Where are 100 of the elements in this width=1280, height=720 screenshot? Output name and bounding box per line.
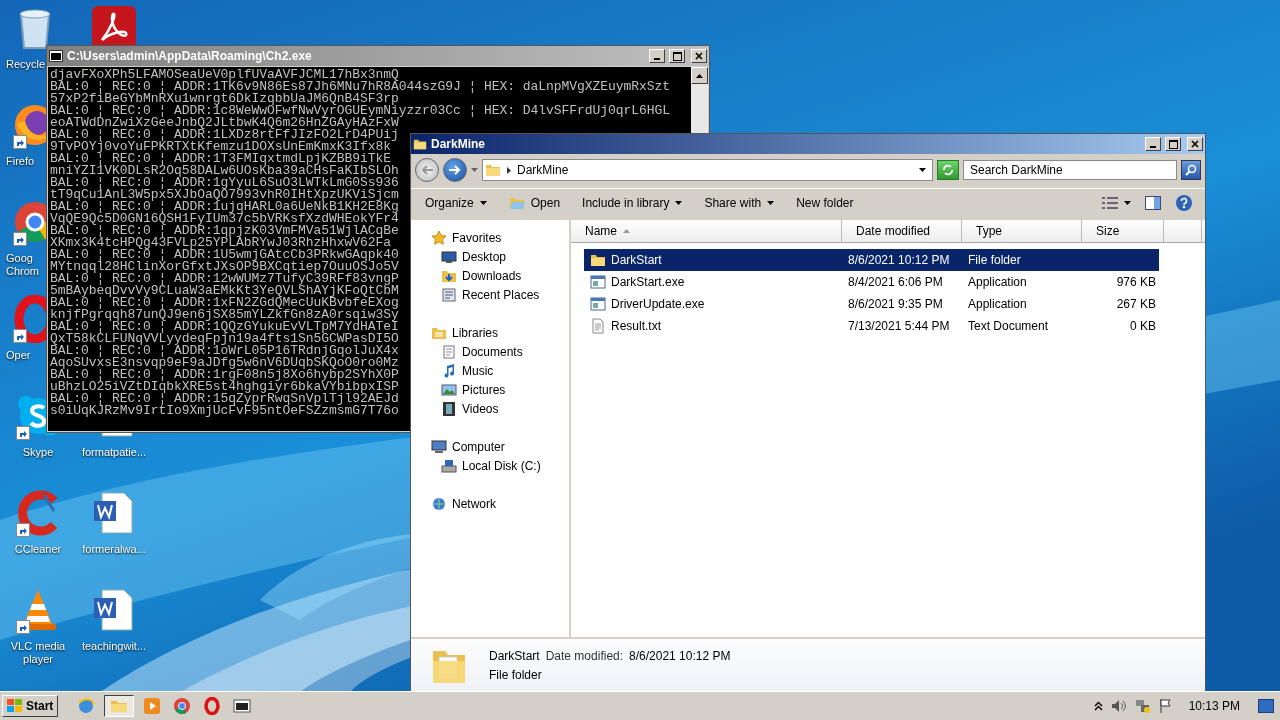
console-line: BAL:0 ¦ REC:0 ¦ ADDR:1rgF08n5j8Xo6hybp2SYhX0P: [50, 369, 399, 381]
minimize-button[interactable]: [649, 49, 665, 63]
console-line: BAL:0 ¦ REC:0 ¦ ADDR:1TK6v9N86Es87Jh6MNu7hR8A044szG9J ¦ HEX: daLnpMVgXZEuymRxSzt: [50, 81, 671, 93]
window-title: DarkMine: [431, 137, 487, 151]
toolbar-button[interactable]: Share with: [698, 192, 781, 214]
search-field[interactable]: Search DarkMine: [963, 160, 1177, 180]
search-icon: [1185, 164, 1197, 176]
sort-arrow-icon: [623, 229, 630, 233]
console-line: AqoSUvxsE3nsvqp9eF9aJDfg5w6nV6DUqbSKQoO0ro0Mz: [50, 357, 399, 369]
back-button[interactable]: [415, 158, 439, 182]
console-line: BAL:0 ¦ REC:0 ¦ ADDR:12wWUMz7TufyC39RFf83vngP: [50, 273, 399, 285]
navigation-item[interactable]: Downloads: [411, 266, 569, 285]
caret-icon: [919, 168, 926, 172]
column-header[interactable]: Type: [962, 220, 1082, 242]
help-icon: [1175, 194, 1193, 212]
icon-label[interactable]: Chrom: [6, 265, 39, 278]
clock[interactable]: 10:13 PM: [1188, 699, 1240, 713]
console-line: BAL:0 ¦ REC:0 ¦ ADDR:1qpjzK03VmFMVa51WjlACqBe: [50, 225, 399, 237]
arrow-left-icon: [421, 165, 433, 175]
application-window-icon: [590, 296, 606, 312]
close-button[interactable]: [1187, 137, 1203, 151]
recent-places-icon: [441, 286, 457, 303]
computer-icon: [431, 438, 447, 455]
console-line: BAL:0 ¦ REC:0 ¦ ADDR:1ujqHARL0a6UeNkB1KH2E8Kg: [50, 201, 399, 213]
toolbar-button[interactable]: Organize: [419, 192, 493, 214]
film-strip-icon: [441, 400, 457, 417]
detail-label: Date modified:: [545, 648, 624, 663]
icon-label[interactable]: VLC media: [10, 640, 66, 653]
maximize-button[interactable]: [1165, 137, 1181, 151]
console-line: tT9qCu1AnL3W5px5XJbOaQO7993vhR0IHtXpzUKViSjcm: [50, 189, 399, 201]
caret-icon: [675, 201, 683, 205]
toolbar-button[interactable]: Open: [502, 192, 567, 214]
caret-icon: [471, 168, 478, 172]
file-row[interactable]: DarkStart 8/6/2021 10:12 PM File folder: [584, 249, 1159, 271]
navigation-item[interactable]: Documents: [411, 342, 569, 361]
ring-icon: [203, 697, 222, 715]
console-line: BAL:0 ¦ REC:0 ¦ ADDR:1xFN2ZGdQMecUuKBvbfeEXog: [50, 297, 399, 309]
file-row[interactable]: Result.txt 7/13/2021 5:44 PM Text Document 0 KB: [584, 315, 1159, 337]
navigation-item[interactable]: Favorites: [411, 228, 569, 247]
chevron-up-icon[interactable]: [1093, 701, 1103, 711]
navigation-item[interactable]: Pictures: [411, 380, 569, 399]
icon-label[interactable]: Skype: [22, 446, 54, 459]
navigation-item[interactable]: Recent Places: [411, 285, 569, 304]
maximize-button[interactable]: [669, 49, 685, 63]
folder-icon: [413, 137, 427, 151]
refresh-button[interactable]: [937, 160, 959, 180]
console-line: BAL:0 ¦ REC:0 ¦ ADDR:1QQzGYukuEvVLTpM7YdHATeI: [50, 321, 399, 333]
icon-label[interactable]: player: [23, 653, 53, 666]
type-cell-text: Text Document: [967, 319, 1050, 333]
console-line: knjfPgrqqh87unQJ9en6jSX85mYLZkfGn8zA0rsqiw3Sy: [50, 309, 399, 321]
media-player-icon: [143, 697, 162, 715]
icon-label[interactable]: Oper: [6, 349, 31, 362]
console-line: XKmx3K4tcHPQg43FVLp25YPLAbRYwJ03RhzHhxwV62Fa: [50, 237, 392, 249]
navigation-item[interactable]: Computer: [411, 437, 569, 456]
column-header[interactable]: Size: [1082, 220, 1164, 242]
icon-label[interactable]: Goog: [6, 252, 33, 265]
flag-icon[interactable]: [1158, 698, 1173, 714]
navigation-item[interactable]: Videos: [411, 399, 569, 418]
close-icon: [1191, 140, 1199, 148]
icon-label[interactable]: teachingwit...: [81, 640, 147, 653]
search-button[interactable]: [1181, 160, 1201, 180]
console-line: MYtnqql28HClinXorGfxtJXsOP9BXCqtiep7OuuOSJo5V: [50, 261, 399, 273]
address-bar[interactable]: DarkMine: [482, 159, 933, 181]
network-icon[interactable]: [1134, 698, 1151, 714]
console-line: QxT58kCLFUNqVVLyydeqFpjn19a4fts1Sn5GCWPasDI5O: [50, 333, 399, 345]
file-row[interactable]: DarkStart.exe 8/4/2021 6:06 PM Application 976 KB: [584, 271, 1159, 293]
item-type: File folder: [489, 667, 543, 682]
file-row[interactable]: DriverUpdate.exe 8/6/2021 9:35 PM Application 267 KB: [584, 293, 1159, 315]
minimize-button[interactable]: [1145, 137, 1161, 151]
maximize-icon: [672, 51, 682, 61]
toolbar-button[interactable]: New folder: [790, 192, 860, 214]
close-icon: [695, 52, 703, 60]
icon-label[interactable]: Firefo: [6, 155, 35, 168]
console-line: eoATWdDnZwiXzGeeJnbQ2JLtbwK4Q6m26HnZGAyHAzFxW: [50, 117, 399, 129]
type-cell-text: Application: [967, 275, 1028, 289]
console-line: 9TvPOYj0voYuFPKRTXtKfemzu1DOXsUnEmKmxK3Ifx8k: [50, 141, 392, 153]
toolbar-button[interactable]: Include in library: [576, 192, 689, 214]
chrome-ball-icon: [173, 697, 192, 715]
forward-button[interactable]: [443, 158, 467, 182]
documents-icon: [441, 343, 457, 360]
navigation-item[interactable]: Network: [411, 494, 569, 513]
taskbar-app-button[interactable]: [104, 695, 135, 717]
breadcrumb-arrow-icon: [507, 166, 511, 174]
console-line: s0iUqKJRzMv9IrtIo9XmjUcFvF95ntOeFSZzmsmG7T76o: [50, 405, 399, 417]
navigation-item[interactable]: Libraries: [411, 323, 569, 342]
column-header[interactable]: Date modified: [842, 220, 962, 242]
caret-icon: [1124, 201, 1131, 205]
start-button[interactable]: Start: [2, 695, 59, 717]
icon-label[interactable]: formatpatie...: [81, 446, 147, 459]
navigation-item[interactable]: Music: [411, 361, 569, 380]
column-header[interactable]: Name: [571, 220, 842, 242]
close-button[interactable]: [691, 49, 707, 63]
caret-icon: [479, 201, 487, 205]
icon-label[interactable]: Recycle: [6, 58, 46, 71]
speaker-icon[interactable]: [1110, 699, 1127, 713]
scroll-up-button[interactable]: [691, 67, 708, 84]
navigation-item[interactable]: Local Disk (C:): [411, 456, 569, 475]
console-line: 5mBAybeqDvvVy9CLuaW3aEMkKt3YeQVLShAYjKFoQtCbM: [50, 285, 399, 297]
size-cell-text: 0 KB: [1129, 319, 1157, 333]
navigation-item[interactable]: Desktop: [411, 247, 569, 266]
